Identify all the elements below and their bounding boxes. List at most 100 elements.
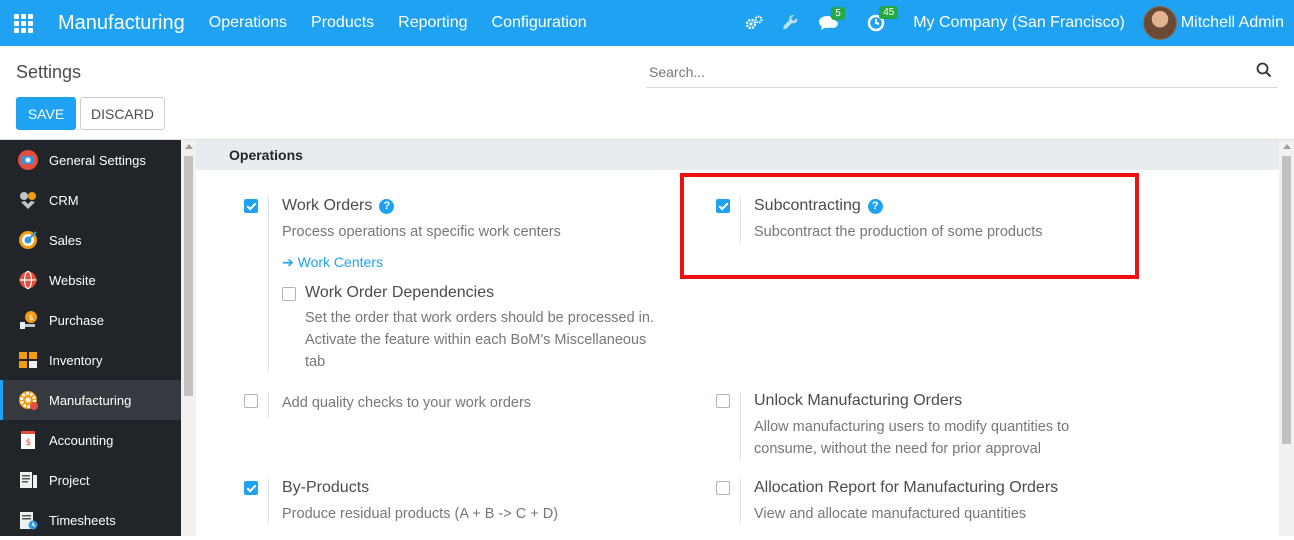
setting-quality-checks: Add quality checks to your work orders (244, 392, 664, 422)
setting-divider (268, 197, 269, 371)
work-centers-link[interactable]: ➔ Work Centers (282, 254, 383, 271)
arrow-right-icon: ➔ (282, 254, 294, 270)
unlock-mo-title: Unlock Manufacturing Orders (754, 392, 963, 409)
project-icon (17, 469, 39, 491)
quality-checks-description: Add quality checks to your work orders (282, 395, 532, 411)
wo-dependencies-checkbox[interactable] (282, 287, 296, 301)
setting-divider (740, 392, 741, 460)
sidebar-item-purchase[interactable]: $ Purchase (0, 300, 181, 340)
sidebar-item-project[interactable]: Project (0, 460, 181, 500)
content-scrollbar[interactable] (1279, 140, 1294, 536)
top-navbar: Manufacturing Operations Products Report… (0, 0, 1294, 46)
sidebar-item-manufacturing[interactable]: Manufacturing (0, 380, 181, 420)
page-title: Settings (16, 62, 82, 82)
setting-unlock-mo: Unlock Manufacturing Orders Allow manufa… (716, 392, 1136, 462)
wo-dependencies-desc-line3: tab (305, 354, 326, 370)
quality-checks-checkbox[interactable] (244, 394, 258, 408)
scroll-up-arrow-icon[interactable] (185, 144, 193, 149)
user-menu[interactable]: Mitchell Admin (1181, 14, 1284, 32)
sidebar-item-timesheets[interactable]: Timesheets (0, 500, 181, 540)
sidebar-item-label: Inventory (49, 352, 103, 368)
sidebar-item-label: Website (49, 272, 96, 288)
timesheets-icon (17, 509, 39, 531)
menu-products[interactable]: Products (311, 14, 374, 32)
setting-divider (268, 392, 269, 418)
messages-badge: 5 (831, 7, 845, 20)
sales-icon (17, 229, 39, 251)
app-brand[interactable]: Manufacturing (58, 12, 185, 35)
menu-operations[interactable]: Operations (209, 14, 287, 32)
unlock-mo-checkbox[interactable] (716, 394, 730, 408)
content-scroll-thumb[interactable] (1282, 156, 1291, 444)
by-products-description: Produce residual products (A + B -> C + … (282, 506, 559, 522)
settings-sidebar: General Settings CRM Sales Website $ Pur… (0, 140, 181, 536)
wrench-icon[interactable] (783, 15, 799, 31)
manufacturing-icon (17, 389, 39, 411)
search-input[interactable] (646, 58, 1246, 86)
unlock-mo-description: Allow manufacturing users to modify quan… (754, 416, 1069, 460)
by-products-title: By-Products (282, 479, 370, 496)
setting-allocation-report: Allocation Report for Manufacturing Orde… (716, 479, 1136, 525)
sidebar-item-general-settings[interactable]: General Settings (0, 140, 181, 180)
messages-icon[interactable]: 5 (819, 7, 845, 31)
sidebar-item-inventory[interactable]: Inventory (0, 340, 181, 380)
discard-button[interactable]: DISCARD (80, 97, 165, 130)
allocation-report-title: Allocation Report for Manufacturing Orde… (754, 479, 1059, 496)
sidebar-item-label: Sales (49, 232, 82, 248)
svg-text:$: $ (26, 438, 32, 448)
setting-divider (740, 479, 741, 523)
search-icon[interactable] (1256, 62, 1272, 83)
sidebar-scroll-thumb[interactable] (184, 156, 193, 396)
sidebar-item-label: Timesheets (49, 512, 116, 528)
sidebar-item-label: Accounting (49, 432, 114, 448)
activities-badge: 45 (879, 6, 899, 19)
work-orders-description: Process operations at specific work cent… (282, 224, 561, 240)
work-centers-link-label: Work Centers (297, 254, 383, 270)
wo-dependencies-title: Work Order Dependencies (305, 284, 495, 301)
wo-dependencies-desc-line2: Activate the feature within each BoM's M… (305, 332, 647, 348)
section-header: Operations (196, 140, 1279, 170)
sidebar-item-crm[interactable]: CRM (0, 180, 181, 220)
general-settings-icon (17, 149, 39, 171)
crm-icon (17, 189, 39, 211)
wo-dependencies-desc-line1: Set the order that work orders should be… (305, 310, 654, 326)
apps-menu-icon[interactable] (0, 0, 46, 46)
svg-text:$: $ (29, 313, 34, 322)
highlight-box (680, 173, 1139, 279)
setting-title: Work Orders ? (282, 197, 395, 215)
sidebar-item-label: CRM (49, 192, 79, 208)
scroll-up-arrow-icon[interactable] (1283, 144, 1291, 149)
wo-dependencies-description: Set the order that work orders should be… (305, 307, 654, 373)
sidebar-item-website[interactable]: Website (0, 260, 181, 300)
search-bar (646, 58, 1278, 88)
unlock-mo-desc-line2: consume, without the need for prior appr… (754, 441, 1041, 457)
menu-reporting[interactable]: Reporting (398, 14, 467, 32)
work-orders-title: Work Orders (282, 197, 373, 214)
sidebar-item-label: General Settings (49, 152, 146, 168)
user-avatar[interactable] (1142, 6, 1177, 40)
sidebar-item-accounting[interactable]: $ Accounting (0, 420, 181, 460)
sidebar-scrollbar[interactable] (181, 140, 196, 536)
sidebar-item-label: Project (49, 472, 90, 488)
sidebar-item-label: Manufacturing (49, 392, 132, 408)
save-button[interactable]: SAVE (16, 97, 76, 130)
setting-by-products: By-Products Produce residual products (A… (244, 479, 664, 525)
debug-gears-icon[interactable] (745, 15, 763, 31)
allocation-report-description: View and allocate manufactured quantitie… (754, 506, 1027, 522)
sidebar-item-sales[interactable]: Sales (0, 220, 181, 260)
activity-clock-icon[interactable]: 45 (867, 6, 899, 32)
work-orders-checkbox[interactable] (244, 199, 258, 213)
by-products-checkbox[interactable] (244, 481, 258, 495)
accounting-icon: $ (17, 429, 39, 451)
purchase-icon: $ (17, 309, 39, 331)
help-icon[interactable]: ? (379, 198, 395, 214)
inventory-icon (17, 349, 39, 371)
setting-divider (268, 479, 269, 523)
control-panel: Settings SAVE DISCARD (0, 46, 1294, 140)
website-icon (17, 269, 39, 291)
company-switcher[interactable]: My Company (San Francisco) (913, 14, 1125, 32)
menu-configuration[interactable]: Configuration (492, 14, 587, 32)
navbar-systray: 5 45 My Company (San Francisco) Mitchell… (735, 0, 1294, 46)
allocation-report-checkbox[interactable] (716, 481, 730, 495)
setting-work-orders: Work Orders ? Process operations at spec… (244, 197, 664, 377)
